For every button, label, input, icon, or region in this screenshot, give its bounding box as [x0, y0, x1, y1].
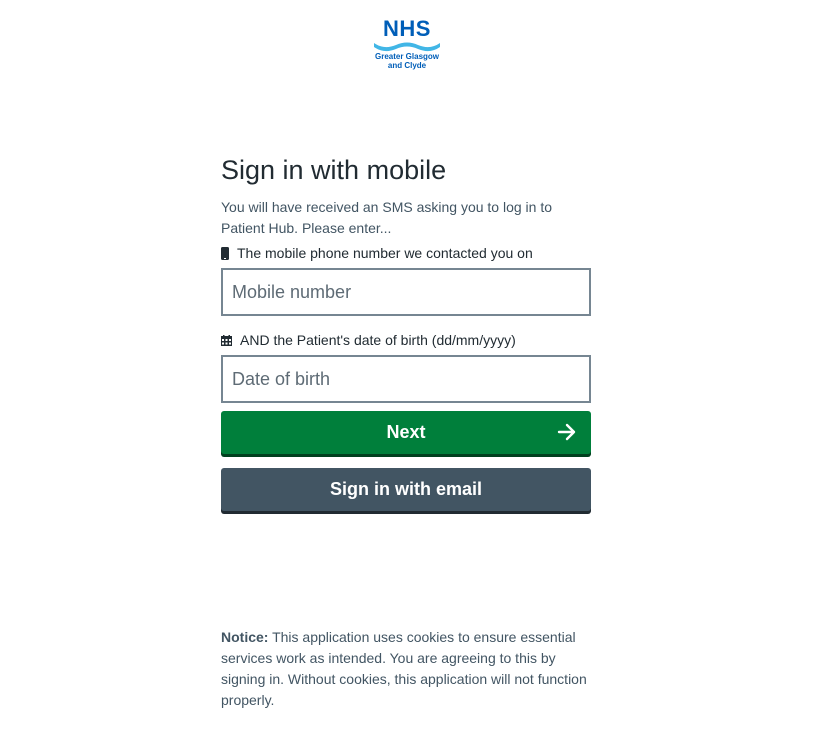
dob-field-label-text: AND the Patient's date of birth (dd/mm/y… [240, 332, 516, 348]
cookie-notice: Notice: This application uses cookies to… [221, 627, 593, 711]
mobile-field-label: The mobile phone number we contacted you… [221, 244, 591, 262]
nhs-logo: NHS Greater Glasgow and Clyde [370, 18, 444, 74]
mobile-field-label-text: The mobile phone number we contacted you… [237, 245, 533, 261]
logo-line-2: and Clyde [387, 61, 427, 70]
next-button-label: Next [386, 422, 426, 442]
mobile-number-input[interactable] [221, 268, 591, 316]
sign-in-form: Sign in with mobile You will have receiv… [221, 152, 591, 511]
email-button-label: Sign in with email [329, 479, 482, 499]
intro-text: You will have received an SMS asking you… [221, 199, 553, 236]
logo-line-1: Greater Glasgow [374, 52, 440, 61]
logo-brand: NHS [383, 16, 431, 41]
sign-in-page: NHS Greater Glasgow and Clyde Sign in wi… [0, 0, 822, 749]
sign-in-with-email-button[interactable]: Sign in with email [221, 468, 591, 511]
arrow-right-icon [557, 423, 576, 441]
mobile-phone-icon [221, 246, 229, 260]
date-of-birth-input[interactable] [221, 355, 591, 403]
next-button[interactable]: Next [221, 411, 591, 454]
dob-field-label: AND the Patient's date of birth (dd/mm/y… [221, 331, 591, 349]
notice-text: This application uses cookies to ensure … [221, 629, 587, 708]
calendar-icon [221, 334, 232, 346]
notice-heading: Notice: [221, 629, 269, 645]
page-title: Sign in with mobile [221, 155, 447, 185]
logo-wave-icon [374, 42, 440, 52]
